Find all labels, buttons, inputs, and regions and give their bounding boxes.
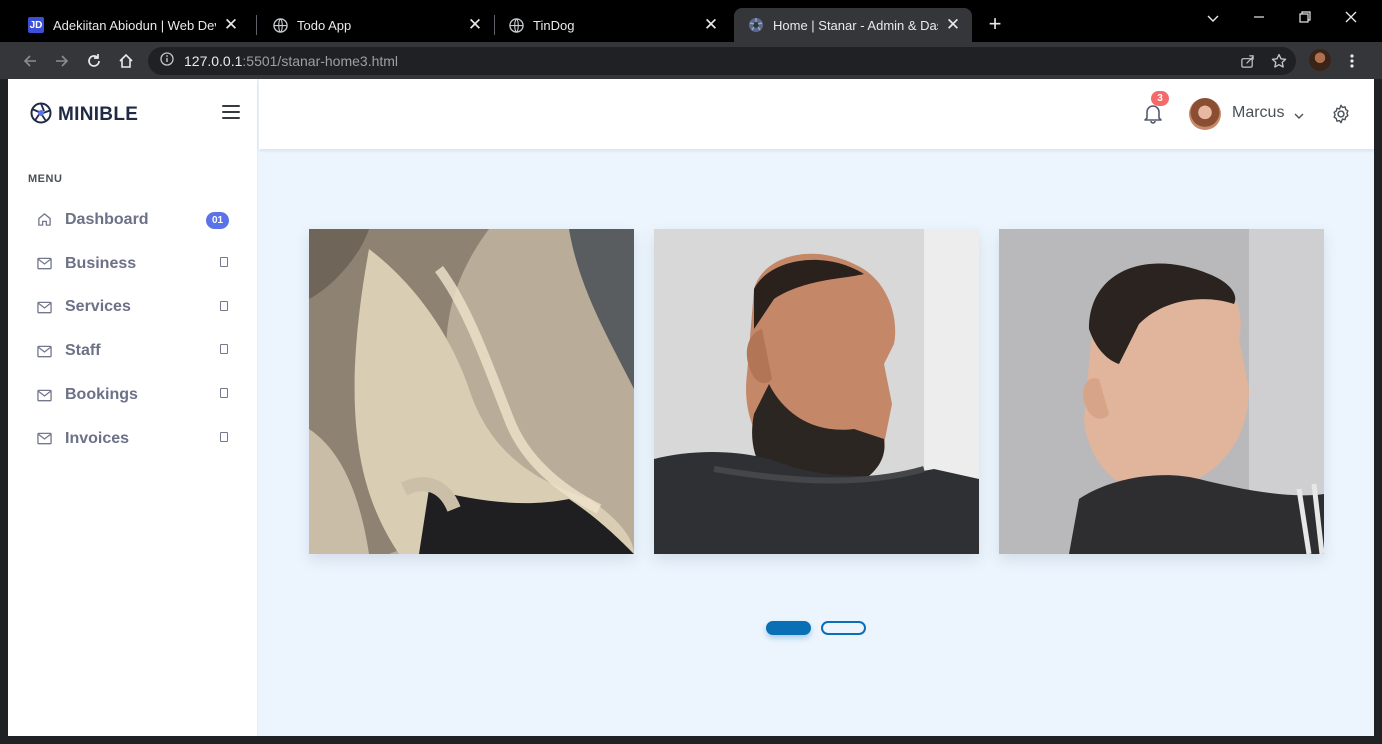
jd-favicon-icon: JD xyxy=(28,17,44,33)
minimize-icon[interactable] xyxy=(1247,10,1271,28)
restore-icon[interactable] xyxy=(1293,10,1317,28)
tab-tindog[interactable]: TinDog ✕ xyxy=(494,8,730,42)
chevron-down-icon[interactable] xyxy=(1294,107,1304,125)
url-host: 127.0.0.1 xyxy=(184,53,243,69)
sidebar-item-label: Staff xyxy=(65,342,101,360)
tab-separator xyxy=(256,15,257,35)
sidebar-menu: Dashboard 01 Business Services Staff Boo… xyxy=(8,198,258,461)
sidebar-item-business[interactable]: Business xyxy=(8,242,258,286)
sidebar-item-label: Invoices xyxy=(65,429,130,447)
tab-adekiitan[interactable]: JD Adekiitan Abiodun | Web Developer ✕ xyxy=(14,8,250,42)
close-tab-icon[interactable]: ✕ xyxy=(466,15,484,35)
sidebar-item-label: Bookings xyxy=(65,386,138,404)
site-info-icon[interactable] xyxy=(160,51,174,71)
url-path: :5501/stanar-home3.html xyxy=(242,53,399,69)
tab-search-icon[interactable] xyxy=(1201,10,1225,28)
sidebar-item-label: Services xyxy=(65,298,131,316)
page-viewport: MINIBLE MENU Dashboard 01 Business Servi… xyxy=(8,79,1374,736)
menu-section-title: MENU xyxy=(28,173,63,185)
submenu-arrow-icon xyxy=(220,256,228,267)
sidebar-item-staff[interactable]: Staff xyxy=(8,329,258,373)
address-bar[interactable]: 127.0.0.1:5501/stanar-home3.html xyxy=(148,47,1296,75)
browser-profile-avatar[interactable] xyxy=(1309,49,1331,71)
sidebar-item-dashboard[interactable]: Dashboard 01 xyxy=(8,198,258,242)
mail-icon xyxy=(36,299,52,315)
brand-name: MINIBLE xyxy=(58,104,139,125)
carousel-dot-1[interactable] xyxy=(766,621,811,635)
user-avatar[interactable] xyxy=(1189,98,1221,130)
tab-stanar-home[interactable]: Home | Stanar - Admin & Dashboard ✕ xyxy=(734,8,972,42)
beard-fade-photo[interactable] xyxy=(654,229,979,554)
globe-icon xyxy=(508,17,524,33)
close-tab-icon[interactable]: ✕ xyxy=(702,15,720,35)
reload-icon[interactable] xyxy=(83,50,105,72)
close-tab-icon[interactable]: ✕ xyxy=(944,15,962,35)
tab-title: TinDog xyxy=(533,17,575,33)
tab-todo-app[interactable]: Todo App ✕ xyxy=(258,8,494,42)
sidebar-item-services[interactable]: Services xyxy=(8,286,258,330)
home-icon xyxy=(36,212,52,228)
user-name[interactable]: Marcus xyxy=(1232,104,1284,122)
share-icon[interactable] xyxy=(1236,51,1258,71)
tab-title: Home | Stanar - Admin & Dashboard xyxy=(773,17,938,33)
image-carousel[interactable] xyxy=(309,229,1324,554)
carousel-indicators xyxy=(766,621,866,635)
brand-logo[interactable]: MINIBLE xyxy=(30,102,139,129)
browser-tab-bar: JD Adekiitan Abiodun | Web Developer ✕ T… xyxy=(0,0,1382,42)
page-header: 3 Marcus xyxy=(259,79,1374,149)
back-arrow-icon[interactable] xyxy=(19,50,41,72)
sidebar-item-label: Business xyxy=(65,254,137,272)
gear-icon[interactable] xyxy=(1330,103,1352,125)
aperture-icon xyxy=(748,17,764,33)
sidebar-item-invoices[interactable]: Invoices xyxy=(8,417,258,461)
globe-icon xyxy=(272,17,288,33)
submenu-arrow-icon xyxy=(220,344,228,355)
hamburger-menu-icon[interactable] xyxy=(222,105,240,119)
mail-icon xyxy=(36,387,52,403)
kebab-menu-icon[interactable] xyxy=(1341,51,1363,71)
carousel-dot-2[interactable] xyxy=(821,621,866,635)
crop-fade-photo[interactable] xyxy=(999,229,1324,554)
home-icon[interactable] xyxy=(115,50,137,72)
close-tab-icon[interactable]: ✕ xyxy=(222,15,240,35)
balayage-hair-photo[interactable] xyxy=(309,229,634,554)
sidebar-item-label: Dashboard xyxy=(65,210,149,228)
mail-icon xyxy=(36,343,52,359)
browser-toolbar: 127.0.0.1:5501/stanar-home3.html xyxy=(0,42,1382,79)
dashboard-count-badge: 01 xyxy=(206,212,230,229)
forward-arrow-icon[interactable] xyxy=(51,50,73,72)
tab-title: Adekiitan Abiodun | Web Developer xyxy=(53,17,216,33)
mail-icon xyxy=(36,256,52,272)
submenu-arrow-icon xyxy=(220,300,228,311)
bookmark-star-icon[interactable] xyxy=(1268,51,1290,71)
submenu-arrow-icon xyxy=(220,388,228,399)
new-tab-icon[interactable]: + xyxy=(984,12,1006,36)
sidebar: MINIBLE MENU Dashboard 01 Business Servi… xyxy=(8,79,258,736)
notification-count-badge: 3 xyxy=(1151,91,1169,106)
aperture-icon xyxy=(30,102,52,129)
tab-title: Todo App xyxy=(297,17,352,33)
sidebar-item-bookings[interactable]: Bookings xyxy=(8,373,258,417)
mail-icon xyxy=(36,431,52,447)
window-bottom-edge xyxy=(0,736,1382,744)
submenu-arrow-icon xyxy=(220,431,228,442)
close-window-icon[interactable] xyxy=(1339,10,1363,28)
